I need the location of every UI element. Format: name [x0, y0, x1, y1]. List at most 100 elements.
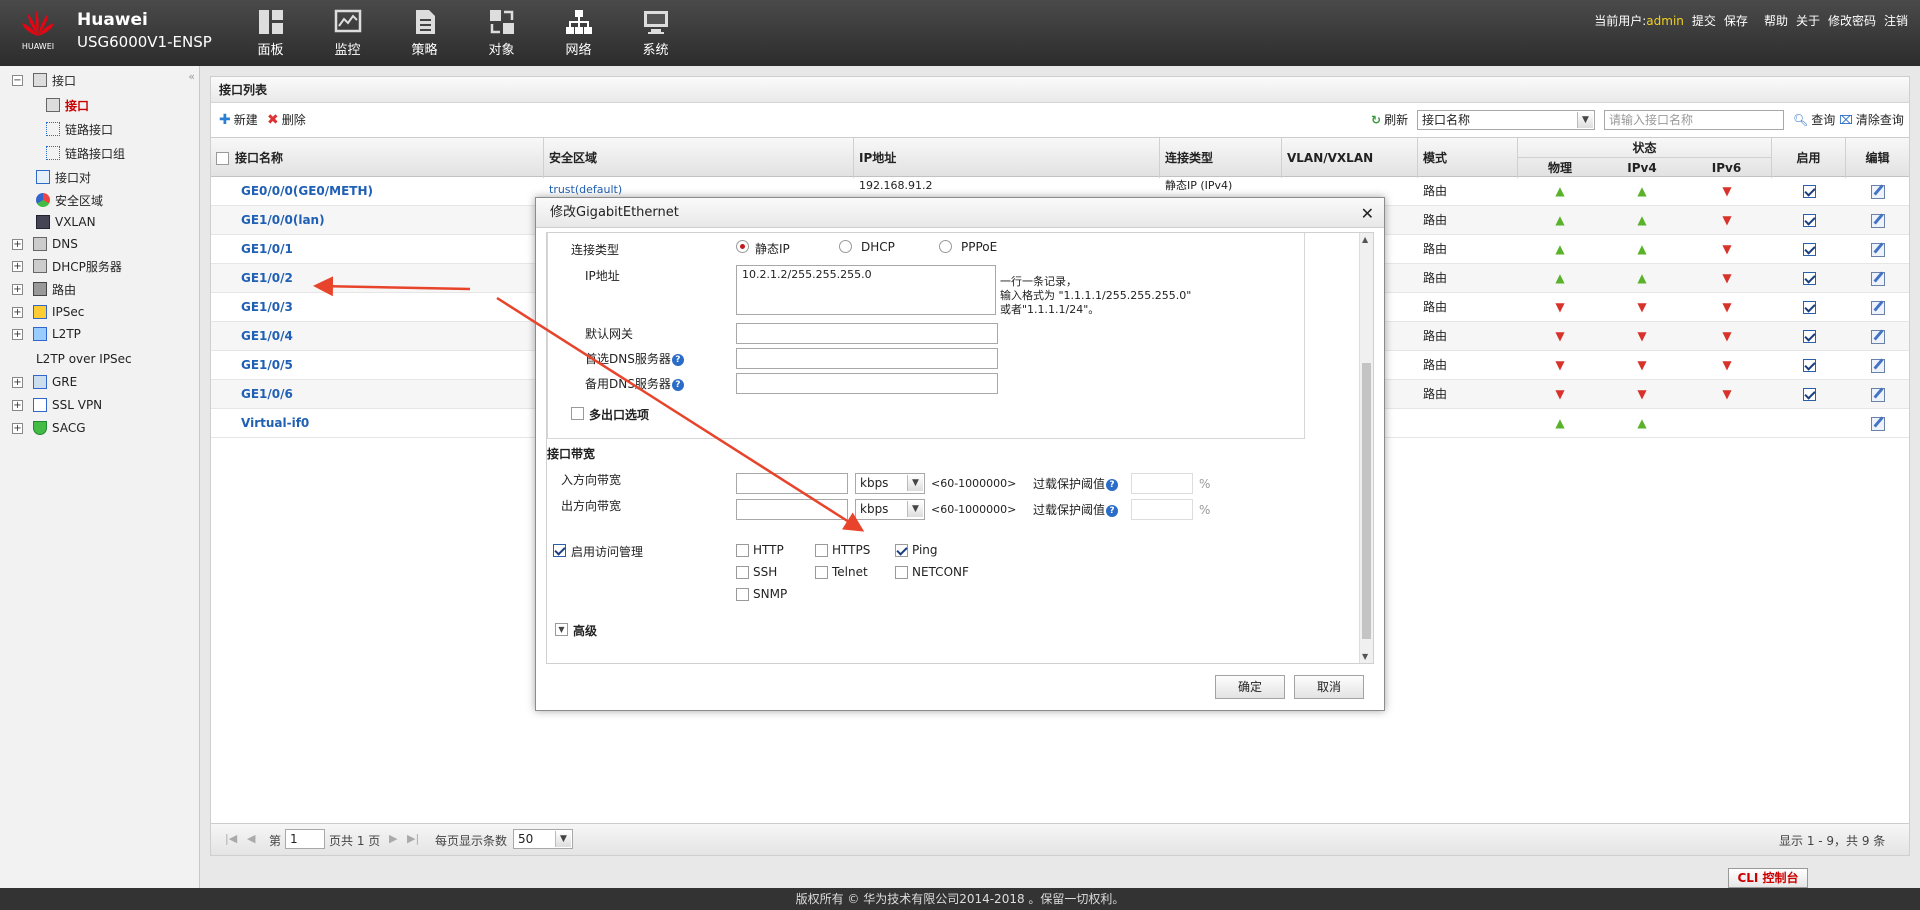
sidebar-item-routing[interactable]: + 路由	[12, 279, 76, 299]
query-button[interactable]: 🔍︎ 查询	[1793, 111, 1835, 128]
expand-icon[interactable]: +	[12, 422, 23, 434]
interface-name-link[interactable]: GE1/0/5	[236, 351, 541, 380]
https-checkbox[interactable]	[815, 544, 828, 557]
static-ip-radio[interactable]	[736, 240, 749, 253]
scrollbar-thumb[interactable]	[1362, 363, 1371, 639]
scroll-down-icon[interactable]: ▼	[1362, 652, 1368, 661]
out-overload-input[interactable]	[1131, 499, 1193, 520]
interface-name-link[interactable]: Virtual-if0	[236, 409, 541, 438]
dhcp-radio[interactable]	[839, 240, 852, 253]
collapse-sidebar-icon[interactable]: «	[188, 70, 195, 83]
scroll-up-icon[interactable]: ▲	[1362, 235, 1368, 244]
help-icon[interactable]: ?	[1106, 478, 1119, 491]
out-bandwidth-input[interactable]	[736, 499, 848, 520]
per-page-select[interactable]: 50 ▼	[513, 829, 573, 849]
sidebar-item-vxlan[interactable]: VXLAN	[36, 212, 96, 232]
enable-checkbox[interactable]	[1802, 301, 1816, 314]
advanced-label[interactable]: 高级	[573, 622, 597, 639]
sidebar-item-sacg[interactable]: + SACG	[12, 418, 86, 438]
in-overload-input[interactable]	[1131, 473, 1193, 494]
dialog-scrollbar[interactable]: ▲ ▼	[1359, 233, 1373, 663]
access-mgmt-checkbox[interactable]	[553, 544, 566, 557]
nav-monitor[interactable]: 监控	[309, 0, 386, 66]
nav-object[interactable]: 对象	[463, 0, 540, 66]
in-bandwidth-input[interactable]	[736, 473, 848, 494]
expand-icon[interactable]: +	[12, 376, 23, 388]
ssh-checkbox[interactable]	[736, 566, 749, 579]
ok-button[interactable]: 确定	[1215, 675, 1285, 699]
http-checkbox[interactable]	[736, 544, 749, 557]
enable-checkbox[interactable]	[1802, 330, 1816, 343]
ping-checkbox[interactable]	[895, 544, 908, 557]
sidebar-item-interface-group[interactable]: − 接口	[12, 70, 76, 90]
edit-icon[interactable]	[1870, 358, 1885, 373]
filter-field-select[interactable]: 接口名称 ▼	[1417, 110, 1595, 130]
interface-name-link[interactable]: GE1/0/1	[236, 235, 541, 264]
enable-checkbox[interactable]	[1802, 359, 1816, 372]
logout-link[interactable]: 注销	[1884, 12, 1908, 29]
change-password-link[interactable]: 修改密码	[1828, 12, 1876, 29]
nav-network[interactable]: 网络	[540, 0, 617, 66]
nav-policy[interactable]: 策略	[386, 0, 463, 66]
sidebar-item-l2tp-over-ipsec[interactable]: L2TP over IPSec	[36, 349, 132, 369]
help-icon[interactable]: ?	[671, 378, 684, 391]
edit-icon[interactable]	[1870, 184, 1885, 199]
help-icon[interactable]: ?	[671, 353, 684, 366]
filter-search-input[interactable]: 请输入接口名称	[1604, 110, 1784, 130]
enable-checkbox[interactable]	[1802, 214, 1816, 227]
refresh-button[interactable]: ↻ 刷新	[1371, 111, 1408, 128]
submit-link[interactable]: 提交	[1692, 12, 1716, 29]
enable-checkbox[interactable]	[1802, 388, 1816, 401]
page-number-input[interactable]: 1	[285, 829, 325, 849]
sidebar-item-dhcp-server[interactable]: + DHCP服务器	[12, 256, 122, 276]
sidebar-item-ipsec[interactable]: + IPSec	[12, 302, 84, 322]
new-button[interactable]: ✚ 新建	[219, 111, 258, 128]
expand-icon[interactable]: +	[12, 283, 23, 295]
first-page-icon[interactable]: |◀	[225, 832, 237, 845]
interface-name-link[interactable]: GE0/0/0(GE0/METH)	[236, 177, 541, 206]
save-link[interactable]: 保存	[1724, 12, 1748, 29]
select-all-checkbox[interactable]	[216, 152, 229, 165]
sidebar-item-security-zone[interactable]: 安全区域	[36, 190, 103, 210]
edit-icon[interactable]	[1870, 271, 1885, 286]
cli-console-button[interactable]: CLI 控制台	[1728, 868, 1808, 888]
enable-checkbox[interactable]	[1802, 272, 1816, 285]
clear-query-button[interactable]: ⌧ 清除查询	[1839, 111, 1904, 128]
sidebar-item-l2tp[interactable]: + L2TP	[12, 324, 81, 344]
cancel-button[interactable]: 取消	[1294, 675, 1364, 699]
ip-address-input[interactable]: 10.2.1.2/255.255.255.0	[736, 265, 996, 315]
dns1-input[interactable]	[736, 348, 998, 369]
expand-icon[interactable]: +	[12, 238, 23, 250]
close-icon[interactable]: ✕	[1361, 204, 1374, 223]
sidebar-item-ssl-vpn[interactable]: + SSL VPN	[12, 395, 102, 415]
edit-icon[interactable]	[1870, 300, 1885, 315]
edit-icon[interactable]	[1870, 329, 1885, 344]
expand-icon[interactable]: +	[12, 260, 23, 272]
sidebar-item-interface[interactable]: 接口	[46, 95, 89, 115]
delete-button[interactable]: ✖ 删除	[267, 111, 306, 128]
enable-checkbox[interactable]	[1802, 243, 1816, 256]
next-page-icon[interactable]: ▶	[389, 832, 397, 845]
sidebar-item-link-interface-group[interactable]: 链路接口组	[46, 143, 125, 163]
sidebar-item-dns[interactable]: + DNS	[12, 234, 78, 254]
in-bandwidth-unit-select[interactable]: kbps ▼	[855, 473, 925, 494]
interface-name-link[interactable]: GE1/0/4	[236, 322, 541, 351]
telnet-checkbox[interactable]	[815, 566, 828, 579]
enable-checkbox[interactable]	[1802, 185, 1816, 198]
snmp-checkbox[interactable]	[736, 588, 749, 601]
last-page-icon[interactable]: ▶|	[407, 832, 419, 845]
multi-exit-checkbox[interactable]	[571, 407, 584, 420]
expand-icon[interactable]: +	[12, 399, 23, 411]
about-link[interactable]: 关于	[1796, 12, 1820, 29]
sidebar-item-interface-pair[interactable]: 接口对	[36, 167, 91, 187]
dns2-input[interactable]	[736, 373, 998, 394]
expand-icon[interactable]: +	[12, 306, 23, 318]
sidebar-item-gre[interactable]: + GRE	[12, 372, 77, 392]
gateway-input[interactable]	[736, 323, 998, 344]
interface-name-link[interactable]: GE1/0/6	[236, 380, 541, 409]
help-link[interactable]: 帮助	[1764, 12, 1788, 29]
edit-icon[interactable]	[1870, 416, 1885, 431]
nav-system[interactable]: 系统	[617, 0, 694, 66]
edit-icon[interactable]	[1870, 213, 1885, 228]
edit-icon[interactable]	[1870, 242, 1885, 257]
